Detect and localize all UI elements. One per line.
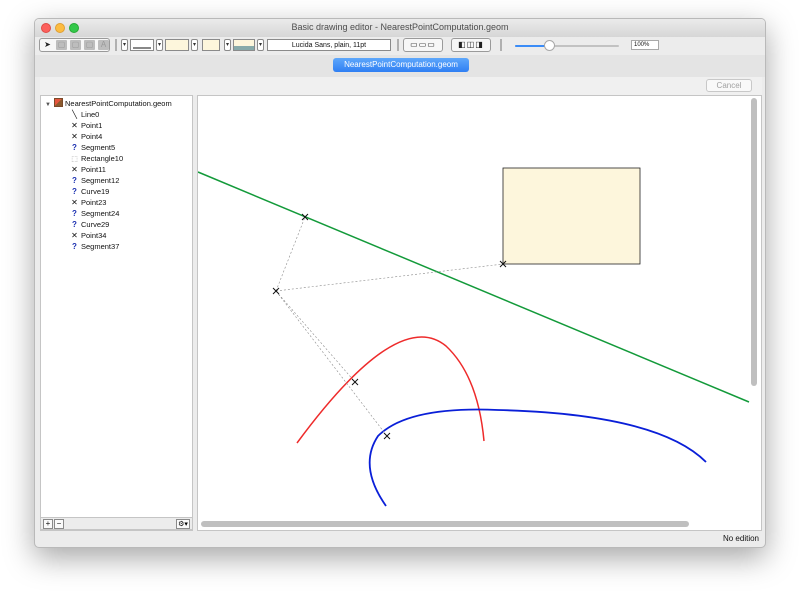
tree-item-label: Curve19 bbox=[81, 187, 110, 196]
tree-item[interactable]: ✕ Point34 bbox=[69, 230, 106, 241]
tree-item-label: Rectangle10 bbox=[81, 154, 124, 163]
tree-item-label: Line0 bbox=[81, 110, 100, 119]
tree-item-label: Curve29 bbox=[81, 220, 110, 229]
line-style-icon bbox=[133, 47, 151, 49]
toolbar-separator bbox=[500, 39, 502, 51]
tree-item-label: Point23 bbox=[81, 198, 107, 207]
background-color-swatch[interactable] bbox=[202, 39, 220, 51]
add-button[interactable]: + bbox=[43, 519, 53, 529]
tree-item[interactable]: ? Segment37 bbox=[69, 241, 119, 252]
align-icon[interactable]: ▭▭▭ bbox=[406, 40, 440, 50]
curve-blue[interactable] bbox=[368, 408, 707, 507]
shape-style-dropdown[interactable]: ▾ bbox=[224, 39, 231, 51]
gear-icon: ⚙▾ bbox=[178, 521, 188, 528]
tree-item[interactable]: ✕ Point4 bbox=[69, 131, 102, 142]
tree-action-bar: + − ⚙▾ bbox=[40, 517, 193, 530]
tree-root-label: NearestPointComputation.geom bbox=[65, 99, 172, 108]
object-tree: ▼ NearestPointComputation.geom ╲ Line0 ✕ Po… bbox=[40, 95, 193, 531]
canvas-svg[interactable] bbox=[198, 96, 761, 530]
question-icon: ? bbox=[72, 176, 77, 185]
vertical-scrollbar[interactable] bbox=[751, 98, 757, 386]
question-icon: ? bbox=[72, 220, 77, 229]
tree-item-label: Point4 bbox=[81, 132, 103, 141]
tree-item[interactable]: ? Segment12 bbox=[69, 175, 119, 186]
align-group: ▭▭▭ bbox=[403, 38, 443, 52]
title-bar: Basic drawing editor - NearestPointCompu… bbox=[35, 19, 765, 37]
window-title: Basic drawing editor - NearestPointCompu… bbox=[291, 22, 509, 32]
tab-document[interactable]: NearestPointComputation.geom bbox=[333, 58, 469, 72]
tree-item-label: Segment12 bbox=[81, 176, 120, 185]
fill-color-swatch[interactable] bbox=[165, 39, 189, 51]
tree-item-label: Segment37 bbox=[81, 242, 120, 251]
font-dropdown[interactable]: ▾ bbox=[257, 39, 264, 51]
tree-item[interactable]: ✕ Point11 bbox=[69, 164, 106, 175]
tree-item[interactable]: ? Segment24 bbox=[69, 208, 119, 219]
tool-group: ➤ ▢ ▢ ▢ A bbox=[39, 38, 110, 52]
tree-item[interactable]: ? Curve19 bbox=[69, 186, 109, 197]
toolbar-separator bbox=[115, 39, 117, 51]
dashed-segment bbox=[275, 263, 504, 292]
tree-item-label: Point11 bbox=[81, 165, 106, 174]
question-icon: ? bbox=[72, 187, 77, 196]
arrange-icon[interactable]: ◧◫◨ bbox=[454, 40, 488, 50]
disclosure-triangle-icon[interactable]: ▼ bbox=[45, 100, 54, 111]
tool-button-4[interactable]: ▢ bbox=[84, 40, 95, 50]
dashed-segment bbox=[275, 290, 388, 437]
zoom-slider-thumb[interactable] bbox=[544, 40, 555, 51]
document-icon bbox=[54, 98, 63, 107]
rectangle-shape[interactable] bbox=[502, 167, 641, 265]
toolbar-separator bbox=[397, 39, 399, 51]
dashed-segment bbox=[275, 216, 306, 292]
arrange-group: ◧◫◨ bbox=[451, 38, 491, 52]
question-icon: ? bbox=[72, 209, 77, 218]
horizontal-scrollbar[interactable] bbox=[201, 521, 689, 527]
point-icon: ✕ bbox=[71, 198, 78, 207]
line-icon: ╲ bbox=[72, 110, 77, 119]
tree-item-label: Point1 bbox=[81, 121, 103, 130]
tree-item-label: Point34 bbox=[81, 231, 107, 240]
stroke-color-dropdown[interactable]: ▾ bbox=[156, 39, 163, 51]
font-selector[interactable]: Lucida Sans, plain, 11pt bbox=[267, 39, 391, 51]
zoom-field[interactable]: 100% bbox=[631, 40, 659, 50]
point-marker[interactable] bbox=[272, 287, 280, 295]
shape-style-swatch[interactable] bbox=[233, 39, 255, 51]
line-style-swatch[interactable] bbox=[130, 39, 154, 51]
tree-item-label: Segment5 bbox=[81, 143, 116, 152]
tree-item[interactable]: ? Segment5 bbox=[69, 142, 115, 153]
tree-item[interactable]: ✕ Point1 bbox=[69, 120, 102, 131]
dashed-segment bbox=[275, 290, 356, 383]
drawing-canvas[interactable] bbox=[197, 95, 762, 531]
status-text: No edition bbox=[722, 534, 759, 543]
line-shape[interactable] bbox=[198, 171, 750, 403]
status-bar: No edition bbox=[35, 531, 765, 547]
cancel-button[interactable]: Cancel bbox=[706, 79, 752, 92]
tree-item[interactable]: ? Curve29 bbox=[69, 219, 109, 230]
app-window: Basic drawing editor - NearestPointCompu… bbox=[34, 18, 766, 548]
point-marker[interactable] bbox=[351, 378, 359, 386]
tree-item[interactable]: ✕ Point23 bbox=[69, 197, 106, 208]
action-bar: Cancel bbox=[40, 77, 762, 95]
select-arrow-icon[interactable]: ➤ bbox=[42, 40, 53, 50]
tree-item[interactable]: ⬚ Rectangle10 bbox=[69, 153, 123, 164]
tab-bar: NearestPointComputation.geom bbox=[35, 55, 765, 77]
point-icon: ✕ bbox=[71, 231, 78, 240]
point-icon: ✕ bbox=[71, 165, 78, 174]
question-icon: ? bbox=[72, 242, 77, 251]
tree-root[interactable]: ▼ NearestPointComputation.geom bbox=[45, 98, 172, 109]
point-marker[interactable] bbox=[383, 432, 391, 440]
tool-button-5[interactable]: A bbox=[98, 40, 109, 50]
point-icon: ✕ bbox=[71, 132, 78, 141]
tree-item[interactable]: ╲ Line0 bbox=[69, 109, 99, 120]
tool-button-3[interactable]: ▢ bbox=[70, 40, 81, 50]
point-icon: ✕ bbox=[71, 121, 78, 130]
tool-button-2[interactable]: ▢ bbox=[56, 40, 67, 50]
line-style-dropdown[interactable]: ▾ bbox=[121, 39, 128, 51]
fill-color-dropdown[interactable]: ▾ bbox=[191, 39, 198, 51]
tree-item-label: Segment24 bbox=[81, 209, 120, 218]
remove-button[interactable]: − bbox=[54, 519, 64, 529]
question-icon: ? bbox=[72, 143, 77, 152]
gear-menu-button[interactable]: ⚙▾ bbox=[176, 519, 190, 529]
toolbar: ➤ ▢ ▢ ▢ A ▾ ▾ ▾ ▾ ▾ Lucida Sans, plain, … bbox=[35, 37, 765, 53]
